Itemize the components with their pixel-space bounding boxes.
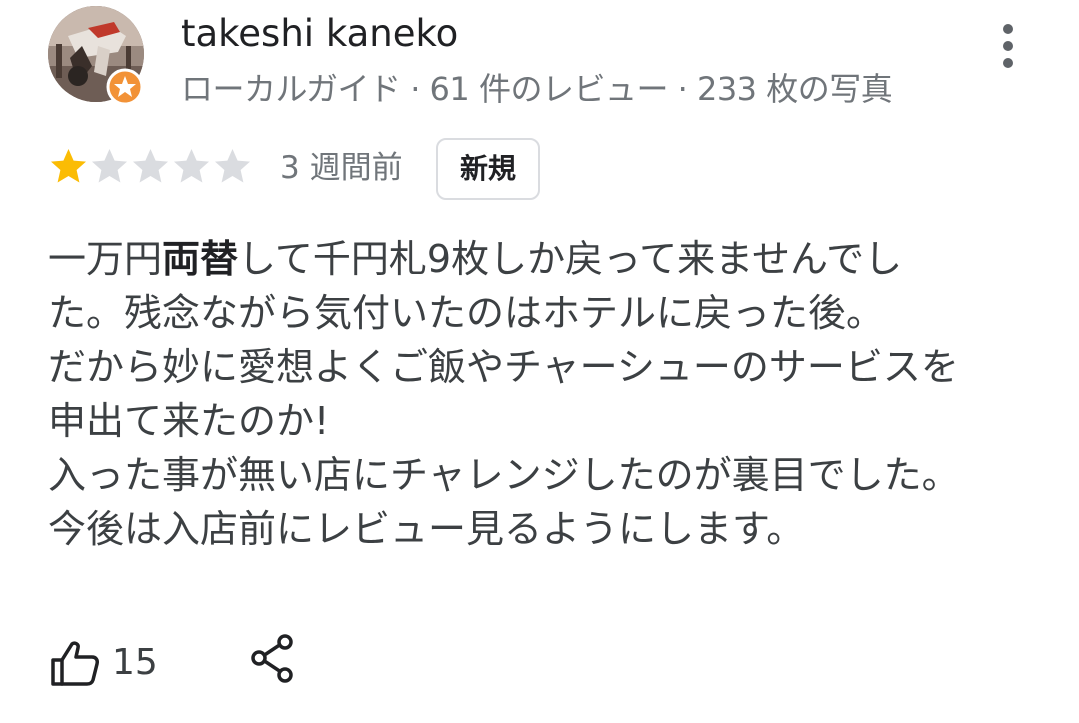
- share-button[interactable]: [248, 632, 298, 686]
- reviewer-meta: ローカルガイド · 61 件のレビュー · 233 枚の写真: [181, 70, 893, 108]
- like-button[interactable]: 15: [48, 630, 158, 696]
- review-date: 3 週間前: [280, 150, 403, 186]
- new-badge: 新規: [436, 138, 540, 200]
- review-text-highlight: 両替: [162, 237, 239, 281]
- review-text-rest: して千円札9枚しか戻って来ませんでした。残念ながら気付いたのはホテルに戻った後。…: [48, 237, 960, 551]
- reviewer-name[interactable]: takeshi kaneko: [181, 10, 458, 58]
- local-guide-badge-icon: [106, 68, 144, 106]
- review-text: 一万円両替して千円札9枚しか戻って来ませんでした。残念ながら気付いたのはホテルに…: [48, 232, 963, 556]
- like-count: 15: [112, 642, 158, 683]
- review-text-intro: 一万円: [48, 237, 163, 281]
- reviewer-avatar[interactable]: [48, 6, 146, 106]
- star-rating: [48, 146, 253, 186]
- star-filled-icon: [51, 149, 86, 183]
- star-empty-icon: [92, 149, 127, 183]
- share-icon: [251, 634, 293, 683]
- thumb-up-icon: [51, 641, 99, 686]
- star-empty-icon: [215, 149, 250, 183]
- star-empty-icon: [174, 149, 209, 183]
- more-vert-icon[interactable]: [988, 18, 1028, 74]
- star-empty-icon: [133, 149, 168, 183]
